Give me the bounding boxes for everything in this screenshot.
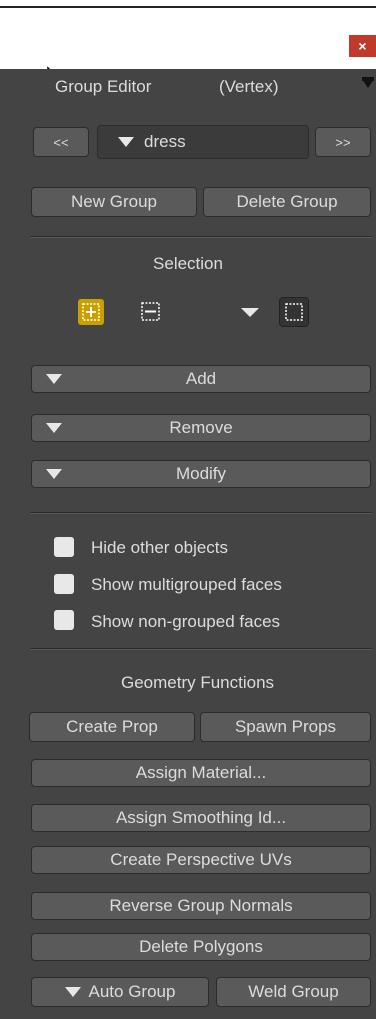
- subtract-selection-mode-button[interactable]: [138, 299, 164, 325]
- assign-smoothing-id-button[interactable]: Assign Smoothing Id...: [31, 804, 371, 832]
- selection-heading: Selection: [153, 254, 223, 273]
- select-rect-icon: [285, 303, 303, 321]
- create-prop-button[interactable]: Create Prop: [29, 712, 195, 742]
- add-dropdown[interactable]: Add: [31, 365, 371, 393]
- close-button[interactable]: ×: [349, 35, 376, 57]
- divider: [30, 236, 372, 238]
- group-editor-panel: Group Editor (Vertex) << dress >> New Gr…: [0, 69, 376, 1019]
- prev-group-button[interactable]: <<: [33, 127, 89, 157]
- group-name-dropdown[interactable]: dress: [97, 125, 309, 159]
- scroll-down-icon[interactable]: [362, 79, 374, 88]
- show-non-grouped-faces-label: Show non-grouped faces: [91, 612, 281, 631]
- selection-type-dropdown[interactable]: [238, 302, 268, 324]
- hide-other-objects-label: Hide other objects: [91, 538, 229, 557]
- select-subtract-icon: [141, 302, 160, 321]
- add-selection-mode-button[interactable]: [78, 299, 104, 325]
- spawn-props-button[interactable]: Spawn Props: [200, 712, 371, 742]
- create-perspective-uvs-button[interactable]: Create Perspective UVs: [31, 846, 371, 874]
- dropdown-arrow-icon: [118, 137, 134, 147]
- close-icon: ×: [358, 38, 367, 54]
- panel-mode-label: (Vertex): [219, 77, 279, 96]
- panel-title: Group Editor: [55, 77, 152, 96]
- reverse-group-normals-button[interactable]: Reverse Group Normals: [31, 892, 371, 920]
- select-add-icon: [82, 303, 100, 321]
- selection-rect-button[interactable]: [279, 297, 309, 327]
- window-top-border: [0, 6, 376, 8]
- geometry-functions-heading: Geometry Functions: [120, 673, 275, 692]
- hide-other-objects-checkbox[interactable]: [54, 537, 74, 557]
- group-name-value: dress: [144, 132, 186, 151]
- dropdown-arrow-icon: [64, 987, 81, 997]
- next-group-button[interactable]: >>: [315, 127, 371, 157]
- delete-group-button[interactable]: Delete Group: [203, 187, 371, 217]
- auto-group-dropdown[interactable]: Auto Group: [31, 977, 209, 1007]
- new-group-button[interactable]: New Group: [31, 187, 197, 217]
- assign-material-button[interactable]: Assign Material...: [31, 759, 371, 787]
- show-multigrouped-faces-checkbox[interactable]: [54, 574, 74, 594]
- remove-dropdown[interactable]: Remove: [31, 414, 371, 442]
- dropdown-arrow-icon: [46, 423, 62, 433]
- show-non-grouped-faces-checkbox[interactable]: [54, 610, 74, 630]
- weld-group-button[interactable]: Weld Group: [216, 977, 371, 1007]
- dropdown-arrow-icon: [46, 469, 62, 479]
- dropdown-arrow-icon: [46, 374, 62, 384]
- delete-polygons-button[interactable]: Delete Polygons: [31, 933, 371, 961]
- divider: [30, 512, 372, 514]
- dropdown-arrow-icon: [241, 308, 259, 317]
- show-multigrouped-faces-label: Show multigrouped faces: [91, 575, 282, 594]
- divider: [30, 648, 372, 650]
- modify-dropdown[interactable]: Modify: [31, 460, 371, 488]
